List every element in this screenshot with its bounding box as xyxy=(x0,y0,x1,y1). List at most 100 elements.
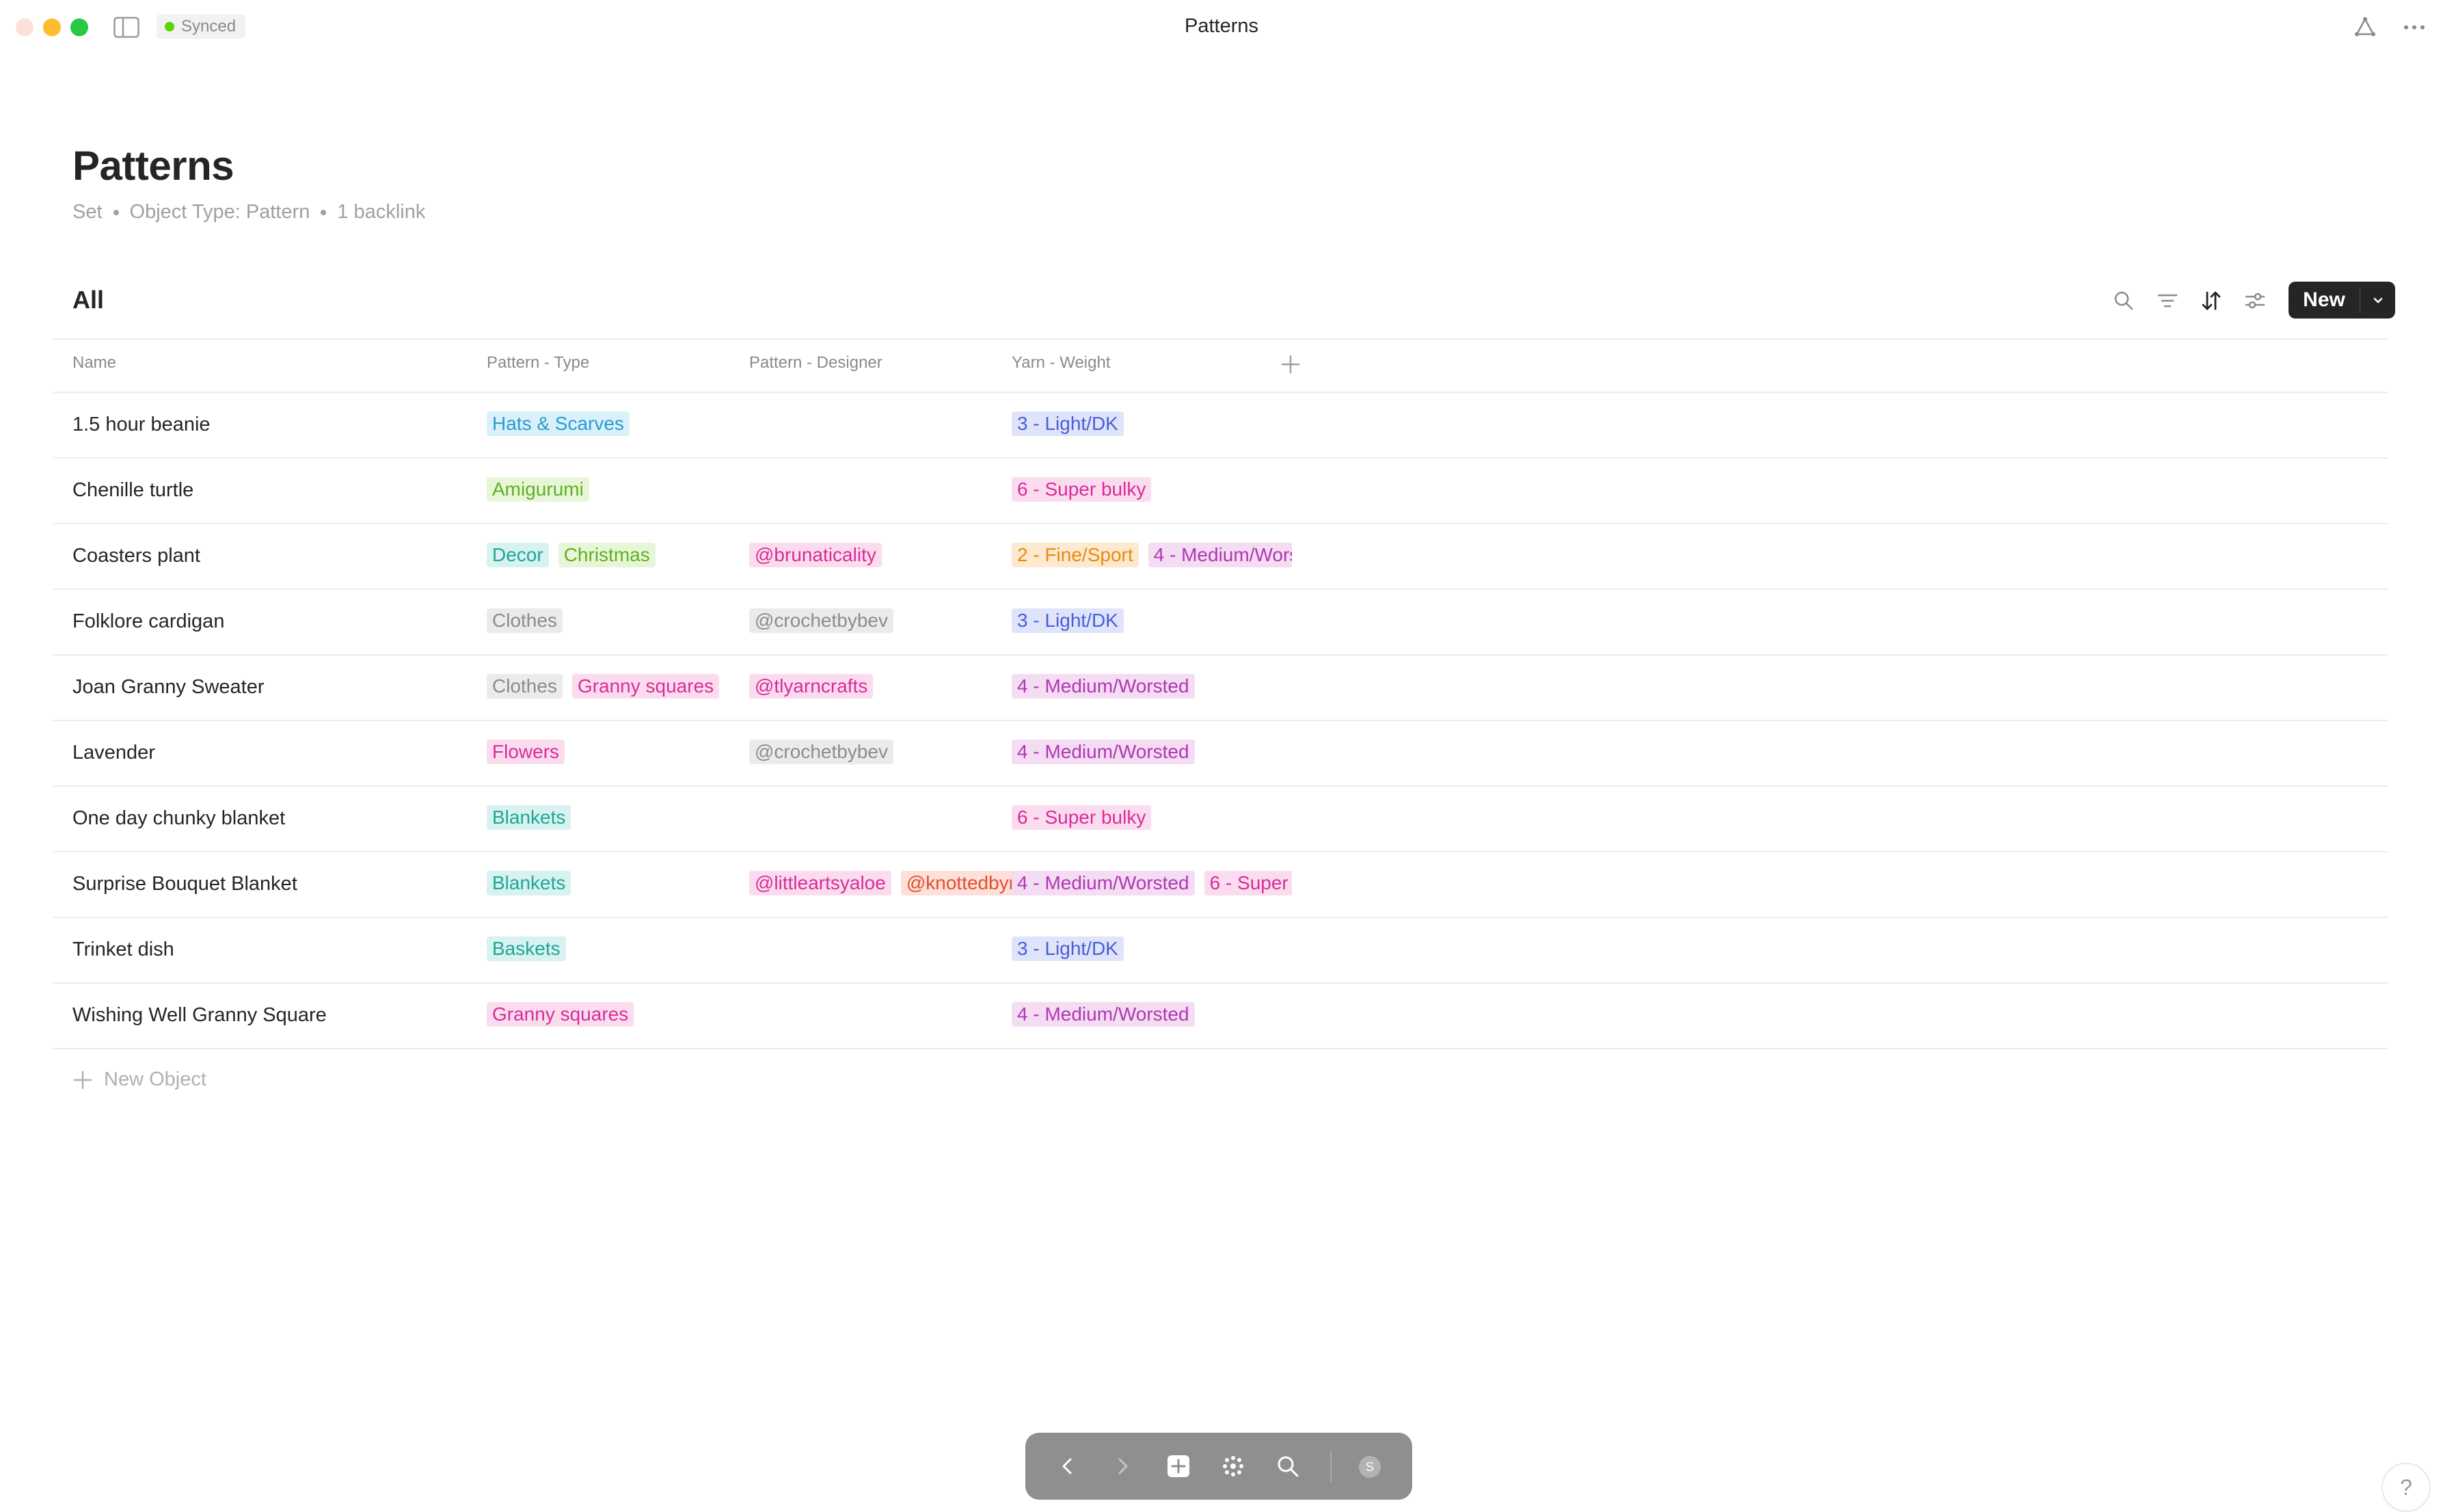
settings-icon[interactable] xyxy=(2241,287,2269,314)
new-object-row[interactable]: New Object xyxy=(72,1068,206,1091)
row-divider xyxy=(53,1048,2388,1049)
yarn-weight-cell[interactable]: 6 - Super bulky xyxy=(1012,805,1292,833)
yarn-weight-cell[interactable]: 3 - Light/DK xyxy=(1012,411,1292,439)
plus-icon[interactable] xyxy=(1165,1453,1192,1480)
pattern-type-cell[interactable]: Flowers xyxy=(487,740,767,767)
row-name[interactable]: 1.5 hour beanie xyxy=(72,414,211,436)
tag: 6 - Super bulky xyxy=(1012,805,1152,830)
yarn-weight-cell[interactable]: 3 - Light/DK xyxy=(1012,936,1292,964)
table-row[interactable]: Coasters plant Decor Christmas @brunaticali… xyxy=(53,524,2388,590)
pattern-designer-cell[interactable] xyxy=(749,936,1029,964)
table-row[interactable]: 1.5 hour beanie Hats & Scarves 3 - Light/D… xyxy=(53,393,2388,459)
table-row[interactable]: Chenille turtle Amigurumi 6 - Super bulky xyxy=(53,459,2388,524)
graph-icon[interactable] xyxy=(1219,1453,1247,1480)
tag: Christmas xyxy=(558,543,656,567)
column-header-pattern-designer[interactable]: Pattern - Designer xyxy=(749,353,882,373)
row-name[interactable]: Wishing Well Granny Square xyxy=(72,1004,327,1027)
graph-icon[interactable] xyxy=(2351,14,2379,41)
pattern-type-cell[interactable]: Baskets xyxy=(487,936,767,964)
tag: 3 - Light/DK xyxy=(1012,608,1124,633)
row-name[interactable]: Surprise Bouquet Blanket xyxy=(72,873,297,895)
tag: Decor xyxy=(487,543,549,567)
tag: Amigurumi xyxy=(487,477,589,502)
tag: 2 - Fine/Sport xyxy=(1012,543,1139,567)
help-button[interactable]: ? xyxy=(2381,1463,2431,1512)
add-column-plus-icon[interactable] xyxy=(1277,351,1304,378)
nav-divider xyxy=(1330,1450,1332,1482)
new-object-label: New Object xyxy=(104,1068,206,1090)
bottom-navigation: S xyxy=(1025,1433,1412,1500)
yarn-weight-cell[interactable]: 2 - Fine/Sport 4 - Medium/Worsted xyxy=(1012,543,1292,570)
tag: @littleartsyaloe xyxy=(749,871,891,895)
yarn-weight-cell[interactable]: 6 - Super bulky xyxy=(1012,477,1292,504)
yarn-weight-cell[interactable]: 4 - Medium/Worsted xyxy=(1012,740,1292,767)
meta-separator xyxy=(113,209,119,215)
table-row[interactable]: Lavender Flowers @crochetbybev 4 - Medium/W… xyxy=(53,721,2388,787)
row-name[interactable]: Lavender xyxy=(72,742,155,764)
tag: @crochetbybev xyxy=(749,740,893,764)
tag: Blankets xyxy=(487,805,571,830)
yarn-weight-cell[interactable]: 4 - Medium/Worsted xyxy=(1012,1002,1292,1029)
yarn-weight-cell[interactable]: 3 - Light/DK xyxy=(1012,608,1292,636)
row-name[interactable]: Chenille turtle xyxy=(72,479,193,502)
pattern-designer-cell[interactable]: @tlyarncrafts xyxy=(749,674,1029,701)
row-name[interactable]: Joan Granny Sweater xyxy=(72,676,264,699)
row-name[interactable]: Coasters plant xyxy=(72,545,200,567)
pattern-type-cell[interactable]: Blankets xyxy=(487,805,767,833)
pattern-type-cell[interactable]: Decor Christmas xyxy=(487,543,767,570)
table-row[interactable]: Folklore cardigan Clothes @crochetbybev 3 -… xyxy=(53,590,2388,656)
new-object-button[interactable]: New xyxy=(2289,282,2395,319)
column-header-name[interactable]: Name xyxy=(72,353,116,373)
tag: @crochetbybev xyxy=(749,608,893,633)
meta-object-type[interactable]: Object Type: Pattern xyxy=(130,201,310,224)
more-options-icon[interactable] xyxy=(2401,14,2428,41)
back-icon[interactable] xyxy=(1054,1453,1081,1480)
pattern-type-cell[interactable]: Hats & Scarves xyxy=(487,411,767,439)
column-header-pattern-type[interactable]: Pattern - Type xyxy=(487,353,589,373)
column-header-yarn-weight[interactable]: Yarn - Weight xyxy=(1012,353,1111,373)
yarn-weight-cell[interactable]: 4 - Medium/Worsted xyxy=(1012,674,1292,701)
table-row[interactable]: One day chunky blanket Blankets 6 - Super … xyxy=(53,787,2388,852)
avatar[interactable]: S xyxy=(1359,1456,1381,1478)
pattern-type-cell[interactable]: Clothes xyxy=(487,608,767,636)
meta-backlinks[interactable]: 1 backlink xyxy=(337,201,425,224)
pattern-designer-cell[interactable]: @brunaticality xyxy=(749,543,1029,570)
pattern-designer-cell[interactable]: @crochetbybev xyxy=(749,740,1029,767)
tag: Clothes xyxy=(487,608,563,633)
pattern-designer-cell[interactable]: @crochetbybev xyxy=(749,608,1029,636)
table-row[interactable]: Wishing Well Granny Square Granny squares… xyxy=(53,984,2388,1049)
meta-kind: Set xyxy=(72,201,103,223)
yarn-weight-cell[interactable]: 4 - Medium/Worsted 6 - Super bulky xyxy=(1012,871,1292,898)
window-title: Patterns xyxy=(1185,15,1258,37)
sort-icon[interactable] xyxy=(2198,287,2225,314)
pattern-type-cell[interactable]: Granny squares xyxy=(487,1002,767,1029)
pattern-type-cell[interactable]: Blankets xyxy=(487,871,767,898)
table-row[interactable]: Joan Granny Sweater Clothes Granny squares… xyxy=(53,656,2388,721)
chevron-down-icon[interactable] xyxy=(2360,282,2395,319)
tag: 4 - Medium/Worsted xyxy=(1012,1002,1195,1027)
filter-icon[interactable] xyxy=(2154,287,2181,314)
pattern-designer-cell[interactable] xyxy=(749,805,1029,833)
tag: @knottedbyr xyxy=(900,871,1021,895)
row-name[interactable]: Folklore cardigan xyxy=(72,610,224,633)
search-icon[interactable] xyxy=(1274,1453,1301,1480)
tag: Granny squares xyxy=(487,1002,634,1027)
new-button-label[interactable]: New xyxy=(2289,282,2360,319)
tag: 3 - Light/DK xyxy=(1012,936,1124,961)
pattern-type-cell[interactable]: Clothes Granny squares xyxy=(487,674,767,701)
table-row[interactable]: Trinket dish Baskets 3 - Light/DK xyxy=(53,918,2388,984)
pattern-designer-cell[interactable] xyxy=(749,477,1029,504)
title-bar: Synced Patterns xyxy=(0,0,2443,55)
pattern-designer-cell[interactable] xyxy=(749,1002,1029,1029)
search-icon[interactable] xyxy=(2110,287,2137,314)
tag: Granny squares xyxy=(571,674,720,699)
view-tab-all[interactable]: All xyxy=(72,286,104,314)
pattern-designer-cell[interactable] xyxy=(749,411,1029,439)
table-row[interactable]: Surprise Bouquet Blanket Blankets @littlea… xyxy=(53,852,2388,918)
forward-icon[interactable] xyxy=(1109,1453,1136,1480)
row-name[interactable]: Trinket dish xyxy=(72,939,174,961)
row-name[interactable]: One day chunky blanket xyxy=(72,807,285,830)
pattern-designer-cell[interactable]: @littleartsyaloe @knottedbyr xyxy=(749,871,1029,898)
pattern-type-cell[interactable]: Amigurumi xyxy=(487,477,767,504)
tag: 4 - Medium/Worsted xyxy=(1012,871,1195,895)
